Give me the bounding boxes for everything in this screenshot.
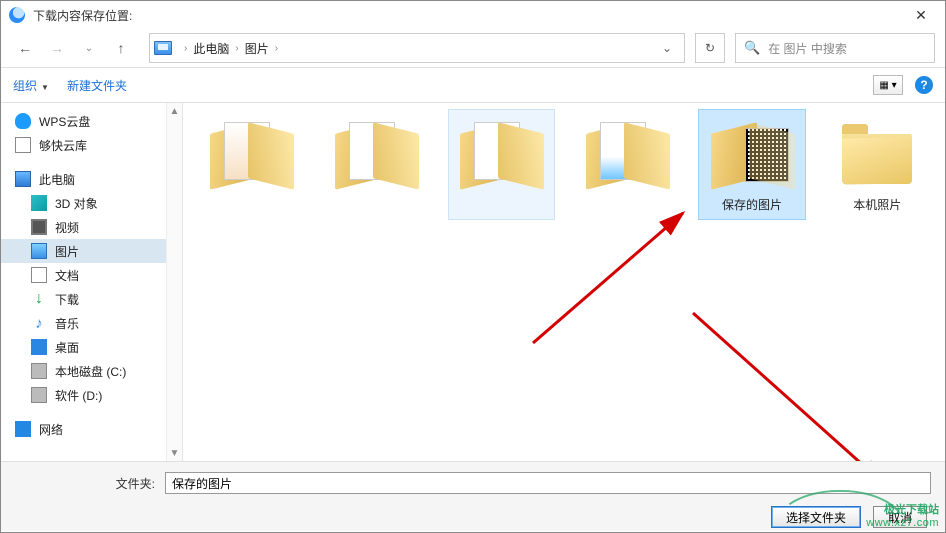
file-list[interactable]: 保存的图片 本机照片	[183, 103, 945, 461]
window-title: 下载内容保存位置:	[33, 7, 901, 24]
breadcrumb-pictures[interactable]: 图片	[245, 40, 269, 57]
tree-network[interactable]: 网络	[1, 417, 182, 441]
tree-disk-c[interactable]: 本地磁盘 (C:)	[1, 359, 182, 383]
folder-icon	[707, 116, 797, 188]
tree-videos[interactable]: 视频	[1, 215, 182, 239]
folder-item-camera-roll[interactable]: 本机照片	[824, 109, 931, 220]
watermark: 极光下载站 www.xz7.com	[866, 504, 939, 530]
help-icon[interactable]: ?	[915, 76, 933, 94]
scroll-down-icon[interactable]: ▼	[167, 445, 182, 461]
titlebar: 下载内容保存位置: ✕	[1, 1, 945, 29]
download-icon: ↓	[31, 291, 47, 307]
annotation-arrow	[683, 303, 903, 461]
folder-icon	[456, 116, 546, 188]
folder-icon	[206, 116, 296, 188]
folder-item[interactable]	[322, 109, 429, 220]
tree-pictures[interactable]: 图片	[1, 239, 182, 263]
network-icon	[15, 421, 31, 437]
search-box[interactable]: 🔍 在 图片 中搜索	[735, 33, 935, 63]
cloud-icon	[15, 113, 31, 129]
chevron-right-icon: ›	[275, 43, 278, 54]
image-icon	[31, 243, 47, 259]
annotation-arrow	[523, 203, 723, 353]
app-icon	[9, 7, 25, 23]
search-icon: 🔍	[744, 40, 760, 56]
folder-name-input[interactable]	[165, 472, 931, 494]
breadcrumb-expand[interactable]: ⌄	[654, 41, 680, 55]
folder-item-saved-pictures[interactable]: 保存的图片	[698, 109, 805, 220]
tree-disk-d[interactable]: 软件 (D:)	[1, 383, 182, 407]
folder-icon	[582, 116, 672, 188]
breadcrumb-bar[interactable]: › 此电脑 › 图片 › ⌄	[149, 33, 685, 63]
page-icon	[15, 137, 31, 153]
folder-item[interactable]	[197, 109, 304, 220]
folder-item[interactable]	[448, 109, 555, 220]
chevron-right-icon: ›	[235, 43, 238, 54]
pc-icon	[15, 171, 31, 187]
tree-scrollbar[interactable]: ▲ ▼	[166, 103, 182, 461]
tree-this-pc[interactable]: 此电脑	[1, 167, 182, 191]
toolbar: 组织▼ 新建文件夹 ▦ ▾ ?	[1, 67, 945, 103]
document-icon	[31, 267, 47, 283]
tree-3d-objects[interactable]: 3D 对象	[1, 191, 182, 215]
tree-downloads[interactable]: ↓ 下载	[1, 287, 182, 311]
video-icon	[31, 219, 47, 235]
tree-music[interactable]: ♪ 音乐	[1, 311, 182, 335]
pc-icon	[154, 41, 172, 55]
forward-button[interactable]: →	[43, 34, 71, 62]
tree-desktop[interactable]: 桌面	[1, 335, 182, 359]
desktop-icon	[31, 339, 47, 355]
main-area: WPS云盘 够快云库 此电脑 3D 对象 视频 图片 文档 ↓ 下载	[1, 103, 945, 461]
organize-menu[interactable]: 组织▼	[13, 77, 49, 94]
view-mode-selector[interactable]: ▦ ▾	[873, 75, 903, 95]
search-placeholder: 在 图片 中搜索	[768, 40, 847, 57]
cube-icon	[31, 195, 47, 211]
tree-wps-cloud[interactable]: WPS云盘	[1, 109, 182, 133]
refresh-button[interactable]: ↻	[695, 33, 725, 63]
scroll-up-icon[interactable]: ▲	[167, 103, 182, 119]
up-button[interactable]: ↑	[107, 34, 135, 62]
back-button[interactable]: ←	[11, 34, 39, 62]
close-button[interactable]: ✕	[901, 1, 941, 29]
disk-icon	[31, 363, 47, 379]
navigation-bar: ← → ⌄ ↑ › 此电脑 › 图片 › ⌄ ↻ 🔍 在 图片 中搜索	[1, 29, 945, 67]
tree-documents[interactable]: 文档	[1, 263, 182, 287]
chevron-right-icon: ›	[184, 43, 187, 54]
folder-icon	[832, 116, 922, 188]
breadcrumb-this-pc[interactable]: 此电脑	[193, 40, 229, 57]
music-icon: ♪	[31, 315, 47, 331]
new-folder-button[interactable]: 新建文件夹	[67, 77, 127, 94]
disk-icon	[31, 387, 47, 403]
tree-gokuai[interactable]: 够快云库	[1, 133, 182, 157]
history-dropdown[interactable]: ⌄	[75, 34, 103, 62]
folder-label: 文件夹:	[15, 475, 155, 492]
folder-icon	[331, 116, 421, 188]
folder-tree[interactable]: WPS云盘 够快云库 此电脑 3D 对象 视频 图片 文档 ↓ 下载	[1, 103, 183, 461]
folder-item[interactable]	[573, 109, 680, 220]
